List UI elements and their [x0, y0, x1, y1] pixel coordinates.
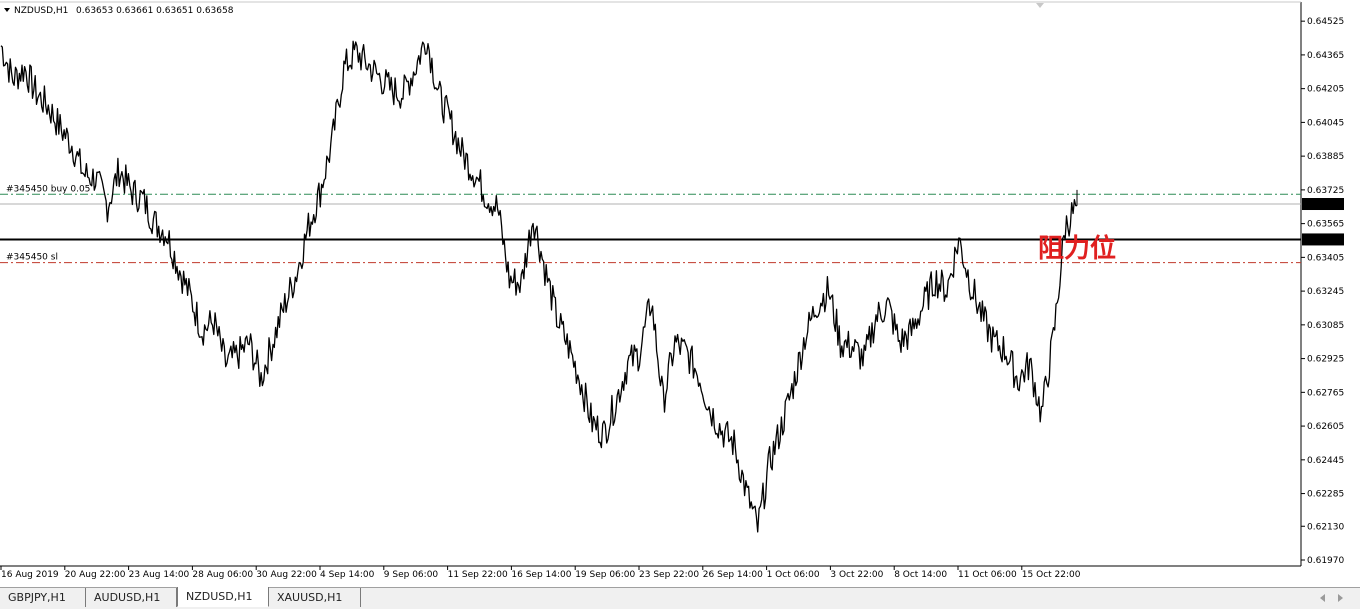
time-tick-label: 16 Sep 14:00	[511, 570, 571, 580]
price-chart[interactable]: 0.64525 0.64365 0.64205 0.64045 0.63885 0.637…	[0, 0, 1360, 587]
time-tick-label: 4 Sep 14:00	[320, 570, 375, 580]
tab-xauusd[interactable]: XAUUSD,H1	[269, 588, 361, 607]
time-tick-label: 23 Sep 22:00	[639, 570, 699, 580]
tab-audusd[interactable]: AUDUSD,H1	[86, 588, 177, 607]
time-tick-label: 15 Oct 22:00	[1022, 570, 1081, 580]
price-level-label: #345450 sl	[6, 253, 58, 263]
chart-background	[0, 0, 1360, 587]
time-tick-label: 9 Sep 06:00	[384, 570, 439, 580]
time-tick-label: 30 Aug 22:00	[256, 570, 317, 580]
time-tick-label: 1 Oct 06:00	[767, 570, 820, 580]
price-tick-label: 0.63245	[1307, 287, 1344, 297]
chart-window[interactable]: 0.64525 0.64365 0.64205 0.64045 0.63885 0.637…	[0, 0, 1360, 587]
price-level-label: #345450 buy 0.05	[6, 184, 90, 194]
time-tick-label: 28 Aug 06:00	[192, 570, 253, 580]
price-tick-label: 0.62925	[1307, 355, 1344, 365]
time-tick-label: 19 Sep 06:00	[575, 570, 635, 580]
time-tick-label: 11 Sep 22:00	[448, 570, 508, 580]
tab-scroll-buttons	[1318, 592, 1354, 604]
price-tick-label: 0.64205	[1307, 85, 1344, 95]
chart-tabs-bar: GBPJPY,H1 AUDUSD,H1 NZDUSD,H1 XAUUSD,H1	[0, 587, 1360, 609]
scroll-right-icon[interactable]	[1338, 594, 1343, 602]
price-tick-label: 0.62765	[1307, 388, 1344, 398]
price-tag-label: 0.63658	[1305, 200, 1342, 210]
time-tick-label: 3 Oct 22:00	[830, 570, 883, 580]
tab-gbpjpy[interactable]: GBPJPY,H1	[0, 588, 86, 607]
tab-nzdusd[interactable]: NZDUSD,H1	[177, 587, 269, 607]
symbol-label: NZDUSD,H1	[14, 6, 68, 16]
scroll-left-icon[interactable]	[1320, 594, 1325, 602]
price-tick-label: 0.62445	[1307, 456, 1344, 466]
time-tick-label: 26 Sep 14:00	[703, 570, 763, 580]
price-tick-label: 0.63725	[1307, 186, 1344, 196]
time-tick-label: 11 Oct 06:00	[958, 570, 1017, 580]
time-tick-label: 23 Aug 14:00	[129, 570, 190, 580]
price-tick-label: 0.62285	[1307, 490, 1344, 500]
price-tick-label: 0.61970	[1307, 556, 1344, 566]
price-tick-label: 0.64525	[1307, 17, 1344, 27]
ohlc-label: 0.63653 0.63661 0.63651 0.63658	[76, 6, 234, 16]
price-tick-label: 0.63565	[1307, 220, 1344, 230]
price-tag-label: 0.63490	[1305, 235, 1342, 245]
price-tick-label: 0.64045	[1307, 118, 1344, 128]
time-tick-label: 20 Aug 22:00	[65, 570, 126, 580]
price-tick-label: 0.62130	[1307, 522, 1344, 532]
price-tick-label: 0.64365	[1307, 51, 1344, 61]
price-tick-label: 0.63885	[1307, 152, 1344, 162]
price-tick-label: 0.63405	[1307, 253, 1344, 263]
price-tick-label: 0.63085	[1307, 321, 1344, 331]
price-tick-label: 0.62605	[1307, 422, 1344, 432]
resistance-annotation: 阻力位	[1038, 233, 1116, 264]
time-tick-label: 16 Aug 2019	[1, 570, 59, 580]
time-tick-label: 8 Oct 14:00	[894, 570, 947, 580]
